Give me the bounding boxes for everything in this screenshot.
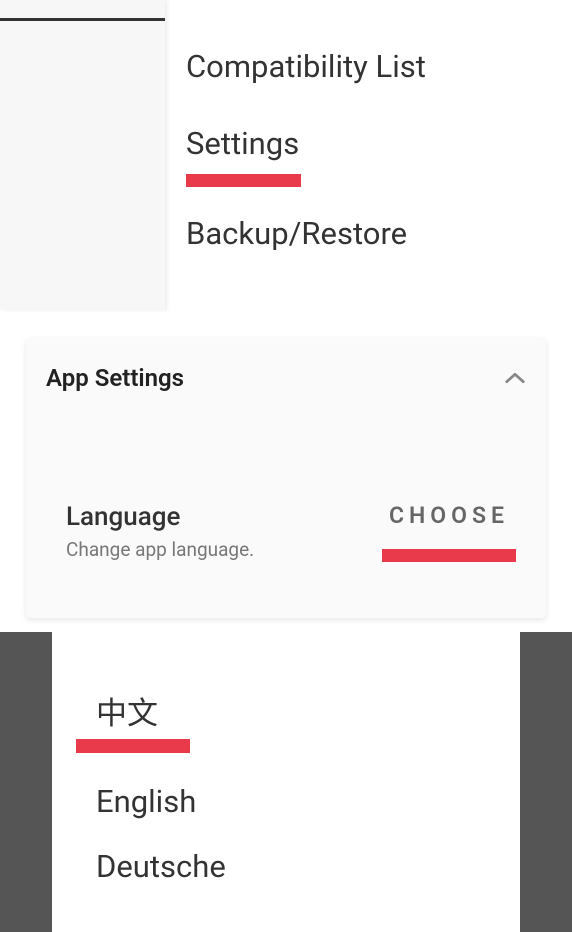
top-menu-section: Compatibility List Settings Backup/Resto… — [0, 0, 572, 310]
language-dialog-backdrop: 中文 English Deutsche — [0, 632, 572, 932]
sidebar-panel — [0, 0, 165, 310]
choose-highlight — [382, 549, 516, 562]
choose-button[interactable]: CHOOSE — [382, 502, 516, 529]
menu-item-compatibility[interactable]: Compatibility List — [186, 38, 426, 95]
menu-item-settings[interactable]: Settings — [186, 115, 426, 172]
settings-highlight — [186, 174, 301, 187]
language-option-english[interactable]: English — [96, 769, 476, 834]
menu-list: Compatibility List Settings Backup/Resto… — [186, 38, 426, 282]
language-list: 中文 English Deutsche — [52, 632, 520, 899]
language-option-chinese[interactable]: 中文 — [96, 674, 476, 739]
choose-container: CHOOSE — [382, 502, 516, 562]
app-settings-panel: App Settings Language Change app languag… — [26, 338, 546, 618]
language-setting-row: Language Change app language. CHOOSE — [26, 412, 546, 562]
panel-header[interactable]: App Settings — [26, 338, 546, 412]
sidebar-top-divider — [0, 18, 165, 21]
chevron-up-icon[interactable] — [504, 367, 526, 389]
chinese-highlight — [76, 739, 190, 753]
panel-title: App Settings — [46, 364, 184, 392]
language-option-deutsche[interactable]: Deutsche — [96, 834, 476, 899]
language-label: Language — [66, 502, 382, 532]
language-dialog: 中文 English Deutsche — [52, 632, 520, 932]
language-description: Change app language. — [66, 538, 382, 561]
menu-item-backup[interactable]: Backup/Restore — [186, 205, 426, 262]
language-setting-info: Language Change app language. — [66, 502, 382, 561]
